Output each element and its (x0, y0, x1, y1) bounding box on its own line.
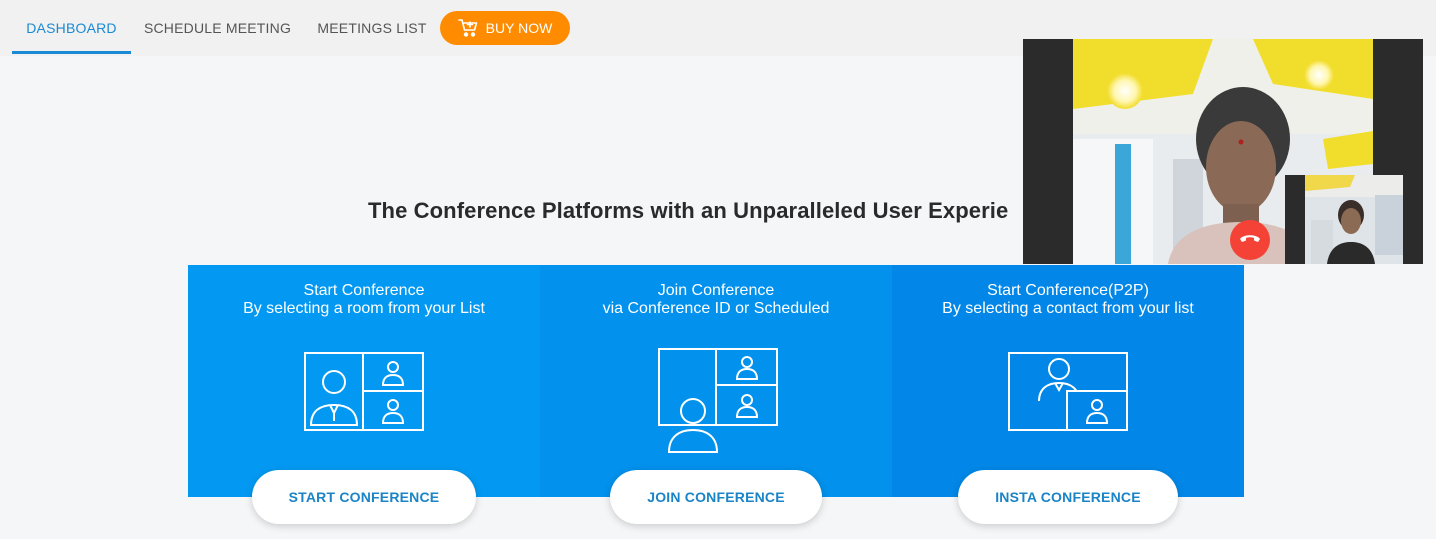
conference-cards: Start Conference By selecting a room fro… (188, 265, 1244, 524)
buy-now-button[interactable]: BUY NOW (440, 11, 570, 45)
self-video-feed[interactable] (1285, 175, 1403, 264)
phone-hangup-icon (1239, 231, 1261, 249)
card-subtitle: via Conference ID or Scheduled (602, 300, 830, 317)
insta-conference-button[interactable]: INSTA CONFERENCE (958, 470, 1178, 524)
join-conference-card: Join Conference via Conference ID or Sch… (540, 265, 892, 524)
tab-schedule-meeting[interactable]: SCHEDULE MEETING (139, 0, 296, 56)
start-conference-button[interactable]: START CONFERENCE (252, 470, 476, 524)
card-subtitle: By selecting a contact from your list (942, 300, 1194, 317)
tab-meetings-list[interactable]: MEETINGS LIST (310, 0, 434, 56)
group-video-icon (303, 349, 425, 438)
end-call-button[interactable] (1230, 220, 1270, 260)
card-title: Join Conference (657, 282, 775, 299)
cart-plus-icon (457, 19, 478, 37)
start-conference-card: Start Conference By selecting a room fro… (188, 265, 540, 524)
buy-now-label: BUY NOW (485, 20, 553, 36)
join-conference-button[interactable]: JOIN CONFERENCE (610, 470, 822, 524)
card-title: Start Conference (303, 282, 425, 299)
tab-dashboard[interactable]: DASHBOARD (12, 0, 131, 56)
card-title: Start Conference(P2P) (987, 282, 1149, 299)
join-video-icon (654, 345, 778, 460)
p2p-video-icon (1007, 349, 1129, 438)
insta-conference-card: Start Conference(P2P) By selecting a con… (892, 265, 1244, 524)
page-headline: The Conference Platforms with an Unparal… (368, 198, 1009, 223)
video-call-window[interactable] (1023, 39, 1423, 264)
card-subtitle: By selecting a room from your List (243, 300, 485, 317)
